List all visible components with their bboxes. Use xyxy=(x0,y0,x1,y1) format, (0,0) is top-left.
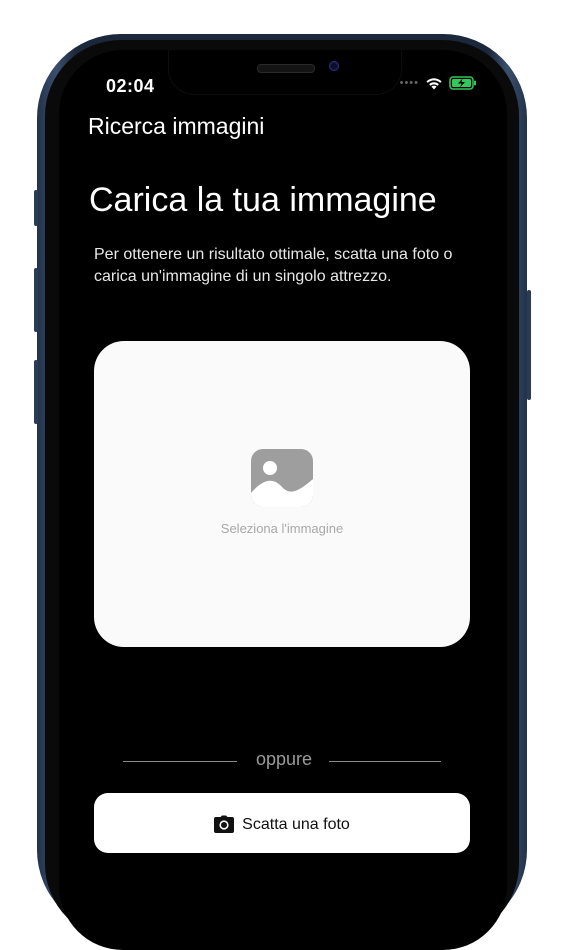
page-title: Carica la tua immagine xyxy=(89,181,437,219)
select-image-label: Seleziona l'immagine xyxy=(220,521,344,536)
take-photo-button[interactable]: Scatta una foto xyxy=(94,793,470,853)
nav-title: Ricerca immagini xyxy=(88,113,265,139)
front-camera xyxy=(329,61,339,71)
image-icon xyxy=(251,449,313,507)
power-button xyxy=(527,290,531,400)
mute-switch xyxy=(34,190,38,226)
camera-icon xyxy=(214,815,235,833)
app-screen: 02:04 •••• Ricerca immagini Carica la tu… xyxy=(59,50,507,950)
take-photo-label: Scatta una foto xyxy=(242,816,350,833)
volume-down-button xyxy=(34,360,38,424)
select-image-card[interactable]: Seleziona l'immagine xyxy=(94,341,470,647)
divider-label: oppure xyxy=(255,749,313,769)
notch xyxy=(168,50,402,95)
status-icons: •••• xyxy=(400,76,477,90)
speaker-grille xyxy=(257,64,315,73)
volume-up-button xyxy=(34,268,38,332)
wifi-icon xyxy=(426,78,442,90)
signal-icon: •••• xyxy=(399,77,419,89)
divider-line-right xyxy=(329,761,441,762)
divider-line-left xyxy=(123,761,237,762)
instructions-text: Per ottenere un risultato ottimale, scat… xyxy=(94,246,453,285)
battery-charging-icon xyxy=(449,76,476,90)
status-time: 02:04 xyxy=(106,76,155,96)
